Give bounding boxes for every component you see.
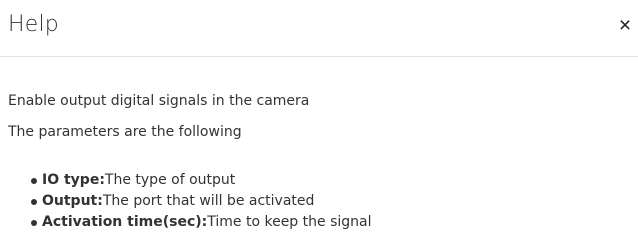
bullet-icon	[31, 220, 37, 226]
param-description: The type of output	[104, 172, 236, 188]
param-name: Activation time(sec):	[42, 214, 208, 230]
close-button[interactable]: ×	[614, 12, 636, 38]
params-heading: The parameters are the following	[8, 124, 242, 140]
help-modal: Help × Enable output digital signals in …	[0, 0, 638, 244]
modal-title: Help	[8, 12, 59, 37]
param-item-activation-time: Activation time(sec):Time to keep the si…	[8, 212, 371, 233]
param-description: The port that will be activated	[102, 193, 315, 209]
close-icon: ×	[618, 13, 632, 37]
bullet-icon	[31, 199, 37, 205]
param-item-output: Output:The port that will be activated	[8, 191, 371, 212]
param-description: Time to keep the signal	[207, 214, 372, 230]
param-name: Output:	[42, 193, 103, 209]
param-list: IO type:The type of output Output:The po…	[8, 170, 371, 233]
param-name: IO type:	[42, 172, 105, 188]
param-item-io-type: IO type:The type of output	[8, 170, 371, 191]
intro-text: Enable output digital signals in the cam…	[8, 93, 310, 109]
bullet-icon	[31, 178, 37, 184]
modal-header: Help ×	[0, 0, 638, 57]
